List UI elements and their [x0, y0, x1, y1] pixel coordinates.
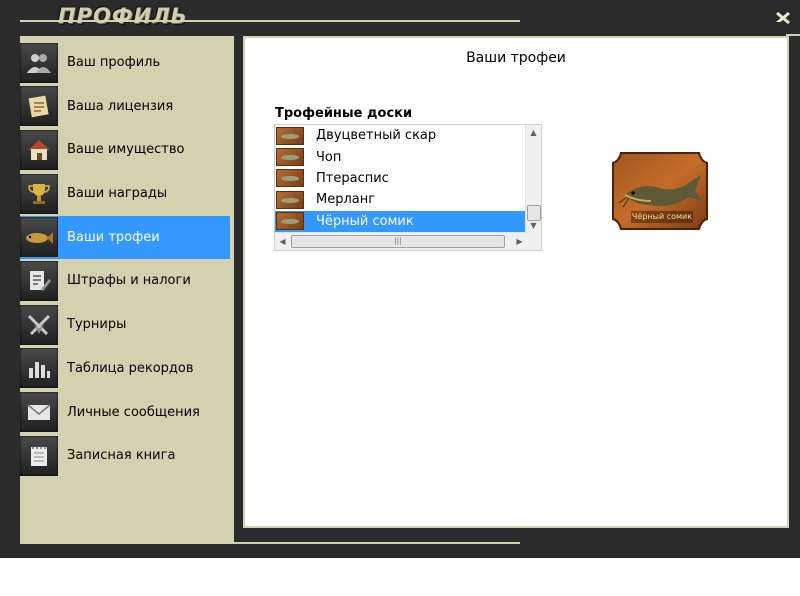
trophy-thumbnail-icon: [276, 190, 304, 209]
sidebar-item-messages[interactable]: Личные сообщения: [20, 391, 230, 434]
sidebar-item-notebook[interactable]: Записная книга: [20, 434, 230, 477]
sidebar-item-awards[interactable]: Ваши награды: [20, 172, 230, 215]
trophy-thumbnail-icon: [276, 126, 304, 145]
trophy-boards-list[interactable]: Двуцветный скар Чоп Птераспис Мерланг Чё…: [274, 124, 542, 251]
sidebar-item-label: Записная книга: [67, 448, 176, 464]
scroll-right-icon[interactable]: ▶: [512, 233, 527, 250]
list-item-label: Чёрный сомик: [316, 213, 414, 229]
notebook-icon: [20, 435, 58, 476]
trophies-panel: Ваши трофеи Трофейные доски Двуцветный с…: [243, 36, 789, 528]
list-item-label: Птераспис: [316, 170, 389, 186]
cup-icon: [20, 173, 58, 214]
sidebar-item-label: Ваша лицензия: [67, 98, 174, 114]
trophy-preview: Чёрный сомик: [611, 151, 709, 231]
sidebar-item-license[interactable]: Ваша лицензия: [20, 85, 230, 128]
sidebar-item-tournaments[interactable]: Турниры: [20, 303, 230, 346]
sidebar-item-label: Ваше имущество: [67, 142, 185, 158]
list-viewport: Двуцветный скар Чоп Птераспис Мерланг Чё…: [275, 125, 527, 233]
document-edit-icon: [20, 260, 58, 301]
sidebar-item-profile[interactable]: Ваш профиль: [20, 41, 230, 84]
fish-icon: [20, 217, 58, 258]
bar-chart-icon: [20, 348, 58, 389]
trophy-thumbnail-icon: [276, 148, 304, 167]
sidebar-item-label: Ваши трофеи: [67, 229, 160, 245]
license-icon: [20, 86, 58, 127]
scroll-up-icon[interactable]: ▲: [526, 125, 541, 140]
sidebar-menu: Ваш профиль Ваша лицензия Ваше имущество…: [20, 41, 230, 478]
list-item[interactable]: Двуцветный скар: [275, 125, 527, 146]
vertical-scrollbar[interactable]: ▲ ▼: [525, 125, 541, 233]
list-item[interactable]: Чоп: [275, 146, 527, 167]
scroll-thumb[interactable]: |||: [291, 235, 505, 248]
users-icon: [20, 42, 58, 83]
scrollbar-corner: [526, 233, 541, 250]
list-item[interactable]: Чёрный сомик: [275, 210, 527, 232]
sidebar-item-label: Ваши награды: [67, 186, 168, 202]
scroll-left-icon[interactable]: ◀: [275, 233, 290, 250]
house-icon: [20, 129, 58, 170]
list-item[interactable]: Мерланг: [275, 189, 527, 210]
list-item-label: Мерланг: [316, 192, 376, 208]
trophy-thumbnail-icon: [276, 212, 304, 231]
sidebar-item-label: Турниры: [67, 317, 127, 333]
trophy-plaque-label: Чёрный сомик: [631, 211, 693, 223]
sidebar-item-trophies[interactable]: Ваши трофеи: [20, 215, 230, 259]
sidebar-item-label: Штрафы и налоги: [67, 273, 191, 289]
window-title: ПРОФИЛЬ: [58, 4, 188, 28]
sidebar-item-fines[interactable]: Штрафы и налоги: [20, 259, 230, 302]
sidebar-item-records[interactable]: Таблица рекордов: [20, 347, 230, 390]
sidebar-item-label: Таблица рекордов: [67, 360, 194, 376]
profile-window: ПРОФИЛЬ Ваш профиль Ваша лицензия Ваше и…: [0, 0, 800, 558]
sidebar-item-label: Личные сообщения: [67, 404, 200, 420]
horizontal-scrollbar[interactable]: ◀ ||| ▶: [275, 232, 527, 250]
swords-icon: [20, 304, 58, 345]
list-item[interactable]: Птераспис: [275, 168, 527, 189]
frame-line: [20, 542, 520, 544]
envelope-icon: [20, 392, 58, 432]
list-item-label: Чоп: [316, 149, 342, 165]
sidebar: Ваш профиль Ваша лицензия Ваше имущество…: [20, 36, 234, 542]
scroll-down-icon[interactable]: ▼: [526, 218, 541, 233]
sidebar-item-label: Ваш профиль: [67, 55, 161, 70]
trophy-thumbnail-icon: [276, 169, 304, 188]
section-title-boards: Трофейные доски: [275, 106, 413, 121]
page-title: Ваши трофеи: [466, 50, 566, 66]
sidebar-item-property[interactable]: Ваше имущество: [20, 128, 230, 171]
list-item-label: Двуцветный скар: [316, 128, 437, 144]
